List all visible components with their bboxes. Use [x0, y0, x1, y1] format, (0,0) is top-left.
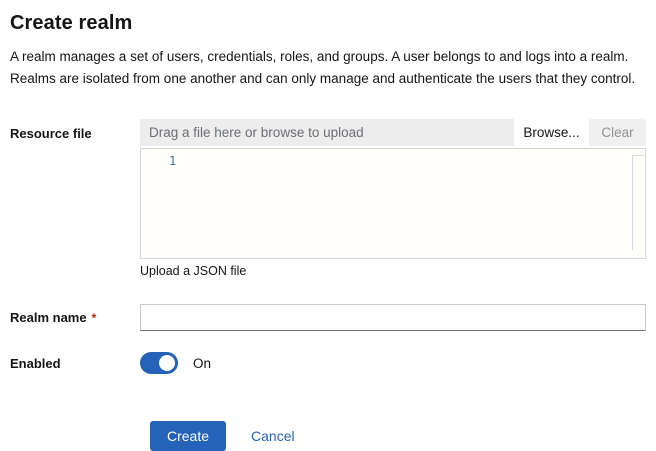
toggle-state-label: On: [193, 356, 211, 371]
resource-file-label: Resource file: [10, 119, 140, 141]
enabled-label: Enabled: [10, 356, 140, 371]
clear-button[interactable]: Clear: [589, 119, 646, 146]
file-upload-control: Browse... Clear: [140, 119, 646, 146]
create-realm-page: Create realm A realm manages a set of us…: [0, 0, 656, 451]
json-editor[interactable]: 1: [140, 148, 646, 259]
enabled-toggle[interactable]: [140, 352, 178, 374]
toggle-knob: [159, 355, 175, 371]
enabled-row: Enabled On: [10, 352, 646, 374]
editor-scrollbar-corner: [633, 155, 644, 156]
editor-line-number: 1: [169, 154, 176, 168]
required-indicator: *: [92, 311, 97, 325]
upload-helper-text: Upload a JSON file: [140, 264, 646, 278]
create-button[interactable]: Create: [150, 421, 226, 451]
resource-file-row: Resource file Browse... Clear 1 Upload a…: [10, 119, 646, 278]
realm-name-label: Realm name: [10, 310, 87, 325]
file-upload-input[interactable]: [140, 119, 514, 146]
form-actions: Create Cancel: [10, 421, 646, 451]
editor-scrollbar[interactable]: [632, 155, 633, 250]
browse-button[interactable]: Browse...: [514, 119, 589, 146]
page-description: A realm manages a set of users, credenti…: [10, 46, 646, 90]
realm-name-input[interactable]: [140, 304, 646, 331]
realm-name-row: Realm name *: [10, 304, 646, 331]
page-title: Create realm: [10, 12, 646, 35]
create-realm-form: Resource file Browse... Clear 1 Upload a…: [10, 119, 646, 451]
cancel-link[interactable]: Cancel: [251, 428, 295, 444]
